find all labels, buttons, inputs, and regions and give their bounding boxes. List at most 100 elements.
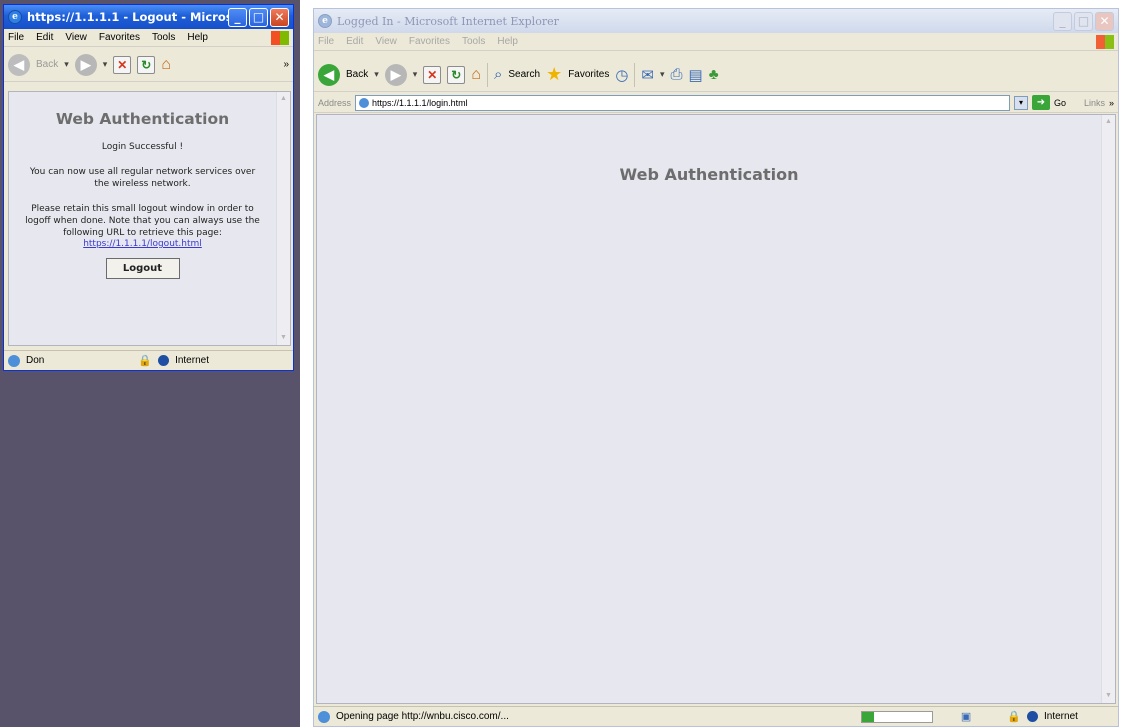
menu-favorites[interactable]: Favorites (409, 36, 450, 47)
main-browser-window: e Logged In - Microsoft Internet Explore… (313, 8, 1119, 727)
search-icon[interactable]: ⌕ (494, 66, 502, 83)
print-icon[interactable]: ⎙ (671, 66, 683, 83)
menu-bar: File Edit View Favorites Tools Help (314, 33, 1118, 51)
logout-page-body: Web Authentication Login Successful ! Yo… (9, 110, 276, 279)
minimize-icon[interactable]: _ (1053, 11, 1072, 31)
go-arrow-icon[interactable]: ➜ (1031, 95, 1050, 110)
minimize-icon[interactable]: _ (228, 7, 247, 27)
menu-file[interactable]: File (318, 36, 334, 47)
search-label[interactable]: Search (508, 69, 540, 80)
favorites-star-icon[interactable]: ★ (546, 64, 562, 85)
page-heading: Web Authentication (619, 165, 799, 184)
menu-bar: File Edit View Favorites Tools Help (4, 29, 293, 47)
messenger-icon[interactable]: ♣ (709, 66, 719, 83)
zone-text: Internet (175, 355, 209, 366)
scroll-up-icon[interactable]: ▲ (277, 92, 290, 106)
login-status-text: Login Successful ! (101, 142, 184, 152)
page-icon (8, 354, 20, 367)
status-text: Don (26, 355, 45, 366)
refresh-icon[interactable]: ↻ (447, 65, 466, 84)
page-icon (359, 97, 370, 108)
refresh-icon[interactable]: ↻ (137, 55, 156, 74)
vertical-scrollbar[interactable]: ▲ ▼ (276, 92, 290, 345)
back-label[interactable]: Back (36, 59, 58, 70)
status-text: Opening page http://wnbu.cisco.com/... (336, 711, 509, 722)
logout-window-titlebar[interactable]: e https://1.1.1.1 - Logout - Micros... _… (4, 5, 293, 29)
go-button[interactable]: Go (1054, 98, 1066, 108)
logout-button[interactable]: Logout (105, 258, 180, 279)
back-dropdown-icon[interactable]: ▾ (374, 69, 379, 80)
status-bar: Opening page http://wnbu.cisco.com/... ▣… (314, 706, 1118, 726)
menu-tools[interactable]: Tools (152, 32, 175, 43)
status-bar: Don 🔒 Internet (4, 350, 293, 370)
logout-window: e https://1.1.1.1 - Logout - Micros... _… (3, 4, 294, 371)
back-dropdown-icon[interactable]: ▾ (64, 59, 69, 70)
mail-icon[interactable]: ✉ (641, 66, 654, 84)
mail-dropdown-icon[interactable]: ▾ (660, 69, 665, 80)
window-title: Logged In - Microsoft Internet Explorer (337, 14, 559, 28)
links-chevron[interactable]: » (1109, 98, 1114, 108)
address-bar: Address https://1.1.1.1/login.html ▾ ➜ G… (314, 93, 1118, 113)
toolbar: ◀ Back ▾ ▶ ▾ ✕ ↻ ⌂ » (4, 48, 293, 82)
menu-help[interactable]: Help (187, 32, 208, 43)
stop-icon[interactable]: ✕ (423, 65, 442, 84)
favorites-label[interactable]: Favorites (568, 69, 609, 80)
retain-window-text: Please retain this small logout window i… (25, 204, 260, 238)
toolbar-chevron[interactable]: » (283, 59, 289, 70)
ie-logo-icon: e (318, 14, 332, 28)
scroll-down-icon[interactable]: ▼ (277, 331, 290, 345)
address-dropdown-icon[interactable]: ▾ (1013, 95, 1028, 110)
menu-file[interactable]: File (8, 32, 24, 43)
address-input[interactable]: https://1.1.1.1/login.html (355, 94, 1010, 111)
menu-help[interactable]: Help (497, 36, 518, 47)
zone-icon: ▣ (960, 711, 972, 723)
home-icon[interactable]: ⌂ (161, 56, 171, 74)
menu-edit[interactable]: Edit (36, 32, 53, 43)
maximize-icon[interactable]: □ (249, 7, 268, 27)
home-icon[interactable]: ⌂ (471, 66, 481, 84)
main-window-titlebar[interactable]: e Logged In - Microsoft Internet Explore… (314, 9, 1118, 33)
menu-view[interactable]: View (375, 36, 397, 47)
lock-icon: 🔒 (138, 355, 153, 367)
zone-text: Internet (1044, 711, 1078, 722)
page-icon (318, 710, 330, 723)
address-label: Address (318, 97, 352, 108)
vertical-scrollbar[interactable]: ▲ ▼ (1101, 115, 1115, 703)
links-label[interactable]: Links (1084, 98, 1105, 108)
page-heading: Web Authentication (55, 110, 230, 128)
toolbar: ◀ Back ▾ ▶ ▾ ✕ ↻ ⌂ ⌕ Search ★ Favorites … (314, 58, 1118, 92)
maximize-icon[interactable]: □ (1074, 11, 1093, 31)
close-icon[interactable]: ✕ (1095, 11, 1114, 31)
loading-progress-bar (860, 710, 933, 723)
back-icon[interactable]: ◀ (8, 53, 30, 76)
forward-icon[interactable]: ▶ (74, 53, 97, 76)
windows-flag-icon (271, 30, 289, 45)
menu-view[interactable]: View (65, 32, 87, 43)
forward-dropdown-icon[interactable]: ▾ (103, 59, 108, 70)
main-page-content: Web Authentication ▲ ▼ (316, 114, 1116, 704)
menu-favorites[interactable]: Favorites (99, 32, 140, 43)
forward-icon[interactable]: ▶ (384, 63, 407, 86)
address-url[interactable]: https://1.1.1.1/login.html (372, 98, 468, 108)
toolbar-separator (486, 62, 488, 87)
forward-dropdown-icon[interactable]: ▾ (413, 69, 418, 80)
services-text: You can now use all regular network serv… (29, 167, 256, 189)
scroll-up-icon[interactable]: ▲ (1102, 115, 1115, 129)
history-icon[interactable]: ◷ (615, 66, 628, 84)
menu-edit[interactable]: Edit (346, 36, 363, 47)
logout-url-link[interactable]: https://1.1.1.1/logout.html (9, 239, 276, 249)
menu-tools[interactable]: Tools (462, 36, 485, 47)
windows-flag-icon (1096, 34, 1114, 49)
edit-icon[interactable]: ▤ (689, 66, 703, 84)
back-icon[interactable]: ◀ (318, 63, 340, 86)
window-title: https://1.1.1.1 - Logout - Micros... (27, 10, 228, 24)
close-icon[interactable]: ✕ (270, 7, 289, 27)
lock-icon: 🔒 (1007, 711, 1021, 723)
back-label[interactable]: Back (346, 69, 368, 80)
scroll-down-icon[interactable]: ▼ (1102, 689, 1115, 703)
toolbar-separator (634, 62, 636, 87)
ie-logo-icon: e (8, 10, 22, 24)
globe-icon (1027, 711, 1038, 722)
stop-icon[interactable]: ✕ (113, 55, 132, 74)
globe-icon (158, 355, 170, 366)
